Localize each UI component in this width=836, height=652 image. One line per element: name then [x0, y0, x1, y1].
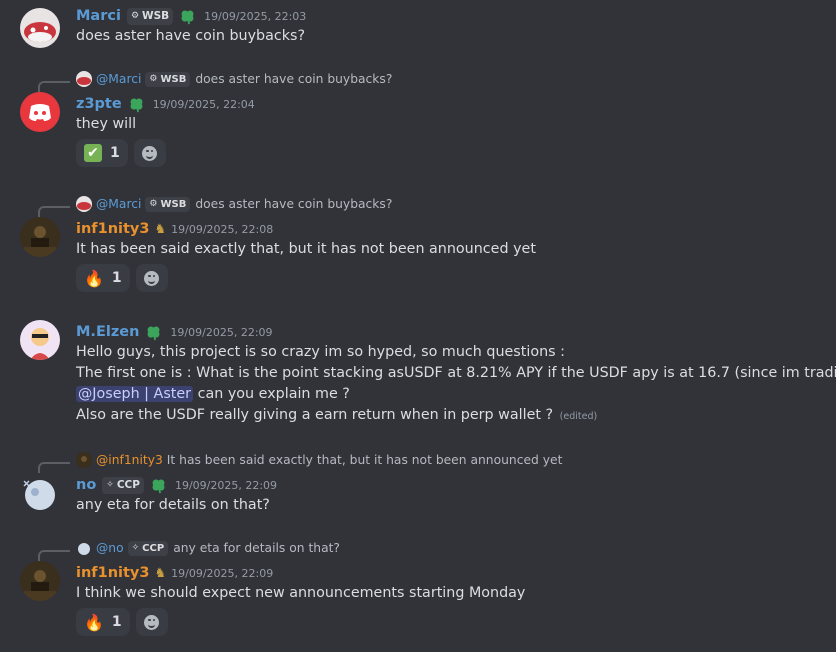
username-z3pte[interactable]: z3pte	[76, 96, 122, 112]
clover-badge-icon[interactable]	[145, 324, 162, 341]
reply-tag-label: WSB	[160, 73, 187, 85]
username-inf1nity3[interactable]: inf1nity3	[76, 221, 149, 237]
reactions-bar: 🔥 1	[76, 608, 826, 636]
reaction-count: 1	[111, 270, 122, 286]
message-line-mention: @Joseph | Aster can you explain me ?	[76, 384, 826, 405]
timestamp[interactable]: 19/09/2025, 22:09	[175, 479, 277, 492]
reply-username[interactable]: @Marci	[96, 197, 141, 211]
clover-badge-icon[interactable]	[150, 477, 167, 494]
message-text: I think we should expect new announcemen…	[76, 585, 526, 601]
reply-preview[interactable]: @Marci ⚙ WSB does aster have coin buyback…	[76, 195, 392, 213]
timestamp[interactable]: 19/09/2025, 22:04	[153, 98, 255, 111]
guild-tag-icon: ✧	[106, 480, 114, 490]
reply-spine	[38, 462, 70, 474]
reply-guild-tag: ⚙ WSB	[145, 71, 191, 87]
avatar-melzen[interactable]	[20, 320, 60, 360]
message-line: Hello guys, this project is so crazy im …	[76, 344, 565, 360]
message-text: It has been said exactly that, but it ha…	[76, 241, 536, 257]
timestamp[interactable]: 19/09/2025, 22:09	[170, 326, 272, 339]
smiley-icon	[144, 270, 160, 286]
message-text: they will	[76, 116, 137, 132]
user-mention[interactable]: @Joseph | Aster	[76, 386, 194, 402]
username-melzen[interactable]: M.Elzen	[76, 324, 139, 340]
timestamp[interactable]: 19/09/2025, 22:03	[204, 10, 306, 23]
smiley-icon	[142, 145, 158, 161]
reply-text: any eta for details on that?	[173, 541, 340, 555]
reply-tag-label: WSB	[160, 198, 187, 210]
reply-guild-tag: ✧ CCP	[127, 540, 169, 556]
timestamp[interactable]: 19/09/2025, 22:09	[171, 567, 273, 580]
avatar-inf1nity3[interactable]	[20, 217, 60, 257]
reactions-bar: ✔ 1	[76, 139, 826, 167]
guild-tag-ccp[interactable]: ✧ CCP	[102, 476, 144, 494]
reply-preview[interactable]: @inf1nity3 It has been said exactly that…	[76, 451, 562, 469]
guild-tag-icon: ⚙	[149, 199, 158, 209]
fire-icon: 🔥	[84, 268, 104, 288]
reply-spine	[38, 81, 70, 93]
reply-avatar	[76, 71, 92, 87]
reply-preview[interactable]: @no ✧ CCP any eta for details on that?	[76, 539, 340, 557]
guild-tag-icon: ✧	[131, 543, 140, 553]
reaction-count: 1	[111, 614, 122, 630]
last-line-text: Also are the USDF really giving a earn r…	[76, 407, 554, 423]
add-reaction-button[interactable]	[133, 139, 166, 167]
guild-tag-icon: ⚙	[149, 74, 158, 84]
reply-spine	[38, 550, 70, 562]
guild-tag-wsb[interactable]: ⚙ WSB	[126, 7, 174, 25]
add-reaction-button[interactable]	[135, 608, 168, 636]
avatar-inf1nity3[interactable]	[20, 561, 60, 601]
guild-tag-label: CCP	[116, 479, 140, 491]
reply-text: does aster have coin buybacks?	[195, 197, 393, 211]
reply-preview[interactable]: @Marci ⚙ WSB does aster have coin buyback…	[76, 70, 392, 88]
reactions-bar: 🔥 1	[76, 264, 826, 292]
reaction-fire[interactable]: 🔥 1	[76, 264, 130, 292]
reply-avatar	[76, 540, 92, 556]
avatar-marci[interactable]	[20, 8, 60, 48]
message-text: does aster have coin buybacks?	[76, 28, 306, 44]
mention-suffix: can you explain me ?	[193, 386, 350, 402]
role-icon[interactable]: ♞	[154, 222, 166, 237]
reply-spine	[38, 206, 70, 218]
smiley-icon	[144, 614, 160, 630]
clover-badge-icon[interactable]	[179, 8, 196, 25]
reply-tag-label: CCP	[142, 542, 165, 554]
add-reaction-button[interactable]	[135, 264, 168, 292]
message-text: any eta for details on that?	[76, 497, 270, 513]
username-inf1nity3[interactable]: inf1nity3	[76, 565, 149, 581]
reply-guild-tag: ⚙ WSB	[145, 196, 191, 212]
username-no[interactable]: no	[76, 477, 96, 493]
timestamp[interactable]: 19/09/2025, 22:08	[171, 223, 273, 236]
message-line: The first one is : What is the point sta…	[76, 365, 836, 381]
reaction-count: 1	[110, 145, 120, 161]
fire-icon: 🔥	[84, 612, 104, 632]
guild-tag-icon: ⚙	[130, 11, 140, 21]
role-icon[interactable]: ♞	[154, 566, 166, 581]
avatar-z3pte[interactable]	[20, 92, 60, 132]
avatar-no[interactable]	[20, 473, 60, 513]
reply-username[interactable]: @no	[96, 541, 124, 555]
reply-text: does aster have coin buybacks?	[195, 72, 393, 86]
white-check-mark-icon: ✔	[84, 144, 102, 162]
reaction-fire[interactable]: 🔥 1	[76, 608, 130, 636]
message-line: Also are the USDF really giving a earn r…	[76, 405, 826, 427]
username-marci[interactable]: Marci	[76, 8, 121, 24]
guild-tag-label: WSB	[142, 10, 170, 22]
reply-username[interactable]: @inf1nity3	[96, 453, 163, 467]
clover-badge-icon[interactable]	[128, 96, 145, 113]
reply-avatar	[76, 196, 92, 212]
reply-text: It has been said exactly that, but it ha…	[166, 453, 563, 467]
edited-label[interactable]: (edited)	[560, 411, 598, 422]
reply-username[interactable]: @Marci	[96, 72, 141, 86]
reaction-white-check-mark[interactable]: ✔ 1	[76, 139, 128, 167]
reply-avatar	[76, 452, 92, 468]
